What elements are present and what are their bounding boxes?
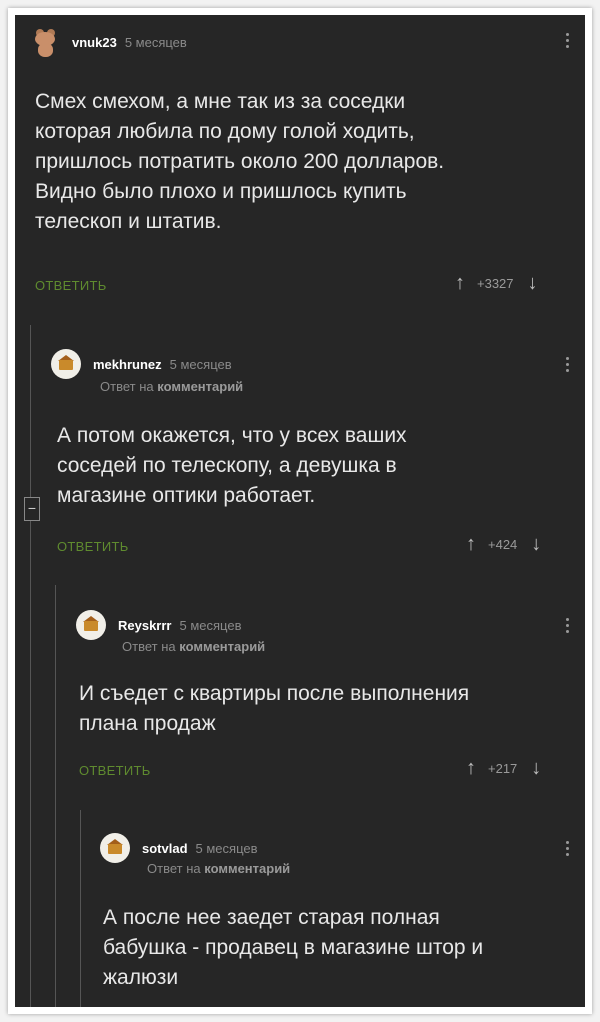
upvote-icon[interactable]: ↑ — [466, 533, 476, 556]
downvote-icon[interactable]: ↓ — [531, 533, 541, 556]
comment-text: А потом окажется, что у всех ваших сосед… — [57, 424, 407, 507]
vote-controls: ↑ +217 ↓ — [466, 757, 541, 780]
more-vertical-icon[interactable] — [566, 618, 570, 636]
vote-count: +424 — [488, 537, 518, 552]
reply-button[interactable]: ОТВЕТИТЬ — [79, 763, 151, 778]
reply-to-label: Ответ на комментарий — [100, 379, 244, 394]
upvote-icon[interactable]: ↑ — [455, 272, 465, 295]
bear-avatar[interactable] — [30, 27, 60, 57]
more-vertical-icon[interactable] — [566, 33, 570, 51]
comment-text: А после нее заедет старая полная бабушка… — [103, 906, 484, 989]
more-vertical-icon[interactable] — [566, 841, 570, 859]
upvote-icon[interactable]: ↑ — [466, 757, 476, 780]
vote-controls: ↑ +424 ↓ — [466, 533, 541, 556]
username[interactable]: sotvlad — [142, 841, 188, 856]
reply-button[interactable]: ОТВЕТИТЬ — [57, 539, 129, 554]
thread-line-level-1[interactable] — [30, 325, 31, 1007]
house-avatar[interactable] — [100, 833, 130, 863]
vote-count: +217 — [488, 761, 518, 776]
reply-button[interactable]: ОТВЕТИТЬ — [35, 278, 107, 293]
vote-controls: ↑ +3327 ↓ — [455, 272, 538, 295]
downvote-icon[interactable]: ↓ — [528, 272, 538, 295]
collapse-thread-button[interactable]: − — [24, 497, 40, 521]
comment-time: 5 месяцев — [195, 840, 258, 856]
more-vertical-icon[interactable] — [566, 357, 570, 375]
house-avatar[interactable] — [76, 610, 106, 640]
thread-line-level-2[interactable] — [55, 585, 56, 1007]
comment-text: Смех смехом, а мне так из за соседки кот… — [35, 90, 445, 233]
comment-text: И съедет с квартиры после выполнения пла… — [79, 682, 470, 735]
reply-to-label: Ответ на комментарий — [122, 639, 266, 654]
vote-count: +3327 — [477, 276, 514, 291]
username[interactable]: Reyskrrr — [118, 618, 172, 633]
thread-line-level-3[interactable] — [80, 810, 81, 1007]
house-avatar[interactable] — [51, 349, 81, 379]
comment-time: 5 месяцев — [169, 356, 232, 372]
comments-screen: − vnuk23 5 месяцев Смех смехом, а мне та… — [15, 15, 585, 1007]
comment-time: 5 месяцев — [179, 617, 242, 633]
downvote-icon[interactable]: ↓ — [531, 757, 541, 780]
reply-to-label: Ответ на комментарий — [147, 861, 291, 876]
username[interactable]: vnuk23 — [72, 35, 117, 50]
username[interactable]: mekhrunez — [93, 357, 162, 372]
reply-to-link[interactable]: комментарий — [179, 639, 265, 654]
comment-time: 5 месяцев — [124, 34, 187, 50]
reply-to-link[interactable]: комментарий — [157, 379, 243, 394]
reply-to-link[interactable]: комментарий — [204, 861, 290, 876]
